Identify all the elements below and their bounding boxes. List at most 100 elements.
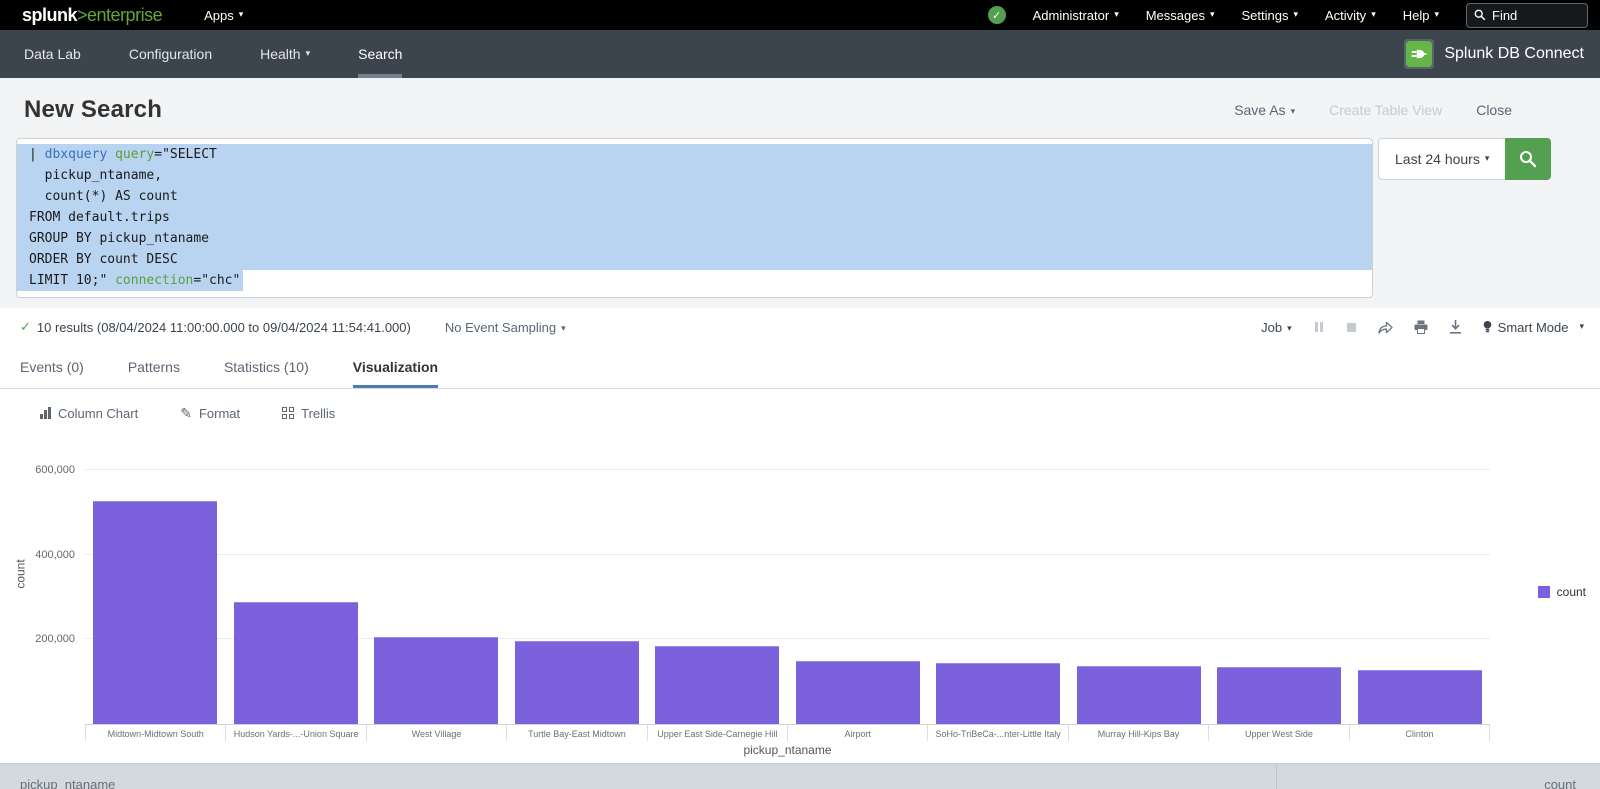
chart-legend[interactable]: count xyxy=(1538,585,1586,599)
bar-6[interactable] xyxy=(796,661,920,725)
event-sampling-label: No Event Sampling xyxy=(445,320,556,335)
bar-3[interactable] xyxy=(374,637,498,724)
health-status-icon[interactable]: ✓ xyxy=(988,6,1006,24)
lightbulb-icon xyxy=(1483,320,1492,334)
chevron-down-icon: ▾ xyxy=(1114,9,1119,20)
create-table-view-button: Create Table View xyxy=(1329,102,1442,118)
menu-help-label: Help xyxy=(1403,8,1430,23)
stop-icon xyxy=(1346,322,1357,333)
bar-5[interactable] xyxy=(655,646,779,724)
bar-4[interactable] xyxy=(515,641,639,724)
find-input[interactable] xyxy=(1492,8,1572,23)
search-mode-label: Smart Mode xyxy=(1498,320,1569,335)
pause-icon xyxy=(1313,321,1325,333)
apps-menu[interactable]: Apps ▾ xyxy=(204,8,243,23)
chart-type-picker[interactable]: Column Chart xyxy=(40,406,138,421)
chevron-down-icon: ▾ xyxy=(1293,9,1298,20)
chevron-down-icon: ▾ xyxy=(1371,9,1376,20)
results-status-bar: ✓ 10 results (08/04/2024 11:00:00.000 to… xyxy=(0,308,1600,346)
x-tick-label: West Village xyxy=(367,725,507,741)
splunk-logo-brand: splunk xyxy=(22,5,77,25)
nav-item-health-label: Health xyxy=(260,46,300,62)
bar-10[interactable] xyxy=(1358,670,1482,724)
event-sampling-menu[interactable]: No Event Sampling▾ xyxy=(445,320,566,335)
nav-item-data-lab[interactable]: Data Lab xyxy=(0,30,105,78)
time-range-label: Last 24 hours xyxy=(1395,151,1480,167)
nav-item-data-lab-label: Data Lab xyxy=(24,46,81,62)
page-header: New Search Save As▾ Create Table View Cl… xyxy=(0,78,1600,124)
bar-2[interactable] xyxy=(234,602,358,724)
chart-bars xyxy=(85,470,1490,724)
nav-item-configuration-label: Configuration xyxy=(129,46,212,62)
format-label: Format xyxy=(199,406,240,421)
legend-label: count xyxy=(1557,585,1586,599)
chevron-down-icon: ▾ xyxy=(1287,323,1292,333)
app-nav-bar: Data Lab Configuration Health▾ Search Sp… xyxy=(0,30,1600,78)
x-axis-labels: Midtown-Midtown SouthHudson Yards-...-Un… xyxy=(85,725,1490,741)
y-axis-title: count xyxy=(14,559,28,588)
time-range-picker[interactable]: Last 24 hours ▾ xyxy=(1378,138,1505,180)
x-tick-label: Midtown-Midtown South xyxy=(85,725,226,741)
chevron-down-icon: ▾ xyxy=(1485,153,1490,164)
tab-patterns[interactable]: Patterns xyxy=(128,346,180,388)
menu-settings[interactable]: Settings ▾ xyxy=(1242,8,1299,23)
nav-item-health[interactable]: Health ▾ xyxy=(236,30,334,78)
apps-menu-label: Apps xyxy=(204,8,234,23)
search-results-panel: ✓ 10 results (08/04/2024 11:00:00.000 to… xyxy=(0,308,1600,789)
trellis-button[interactable]: Trellis xyxy=(282,406,335,421)
search-bar-row: | dbxquery query="SELECT pickup_ntaname,… xyxy=(0,124,1600,308)
find-search-box[interactable] xyxy=(1466,3,1588,28)
chevron-down-icon: ▾ xyxy=(239,9,244,20)
splunk-logo[interactable]: splunk>enterprise xyxy=(22,5,162,26)
x-tick-label: Clinton xyxy=(1350,725,1490,741)
close-button[interactable]: Close xyxy=(1476,102,1512,118)
bar-7[interactable] xyxy=(936,663,1060,724)
x-tick-label: Murray Hill-Kips Bay xyxy=(1069,725,1209,741)
save-as-label: Save As xyxy=(1234,102,1285,118)
chevron-down-icon: ▾ xyxy=(306,48,311,59)
x-tick-label: Upper East Side-Carnegie Hill xyxy=(648,725,788,741)
menu-messages[interactable]: Messages ▾ xyxy=(1146,8,1215,23)
plug-icon xyxy=(1406,41,1432,67)
nav-item-configuration[interactable]: Configuration xyxy=(105,30,236,78)
tab-statistics[interactable]: Statistics (10) xyxy=(224,346,309,388)
search-query-editor[interactable]: | dbxquery query="SELECT pickup_ntaname,… xyxy=(16,138,1373,298)
print-icon[interactable] xyxy=(1414,320,1428,334)
bar-1[interactable] xyxy=(93,501,217,724)
splunk-logo-gt: > xyxy=(77,5,87,25)
menu-activity[interactable]: Activity ▾ xyxy=(1325,8,1376,23)
menu-administrator[interactable]: Administrator▾ xyxy=(1033,8,1119,23)
job-menu-label: Job xyxy=(1261,320,1282,335)
menu-messages-label: Messages xyxy=(1146,8,1205,23)
bar-9[interactable] xyxy=(1217,667,1341,724)
nav-item-search[interactable]: Search xyxy=(334,30,426,78)
menu-settings-label: Settings xyxy=(1242,8,1289,23)
x-axis-title: pickup_ntaname xyxy=(85,743,1490,757)
job-menu[interactable]: Job ▾ xyxy=(1261,320,1292,335)
tab-events[interactable]: Events (0) xyxy=(20,346,84,388)
x-tick-label: Turtle Bay-East Midtown xyxy=(507,725,647,741)
tab-visualization[interactable]: Visualization xyxy=(353,346,438,388)
trellis-icon xyxy=(282,407,294,419)
bar-8[interactable] xyxy=(1077,666,1201,724)
search-mode-menu[interactable]: Smart Mode▾ xyxy=(1483,320,1584,335)
column-chart-icon xyxy=(40,407,51,419)
x-tick-label: SoHo-TriBeCa-...nter-Little Italy xyxy=(928,725,1068,741)
results-summary: 10 results (08/04/2024 11:00:00.000 to 0… xyxy=(37,320,411,335)
menu-activity-label: Activity xyxy=(1325,8,1366,23)
save-as-button[interactable]: Save As▾ xyxy=(1234,102,1295,118)
search-submit-button[interactable] xyxy=(1505,138,1551,180)
pencil-icon: ✎ xyxy=(180,405,192,422)
export-download-icon[interactable] xyxy=(1449,320,1462,334)
legend-swatch xyxy=(1538,586,1550,598)
statistics-table-header: pickup_ntaname count xyxy=(0,763,1600,789)
splunk-logo-product: enterprise xyxy=(87,5,162,25)
chart-plot-area: 200,000400,000600,000 xyxy=(85,470,1490,725)
menu-help[interactable]: Help▾ xyxy=(1403,8,1439,23)
share-icon[interactable] xyxy=(1378,321,1393,334)
column-header-pickup-ntaname[interactable]: pickup_ntaname xyxy=(0,764,1277,789)
column-header-count[interactable]: count xyxy=(1277,764,1600,789)
db-connect-app-icon[interactable] xyxy=(1404,39,1434,69)
chevron-down-icon: ▾ xyxy=(1210,9,1215,20)
format-button[interactable]: ✎ Format xyxy=(180,405,240,422)
